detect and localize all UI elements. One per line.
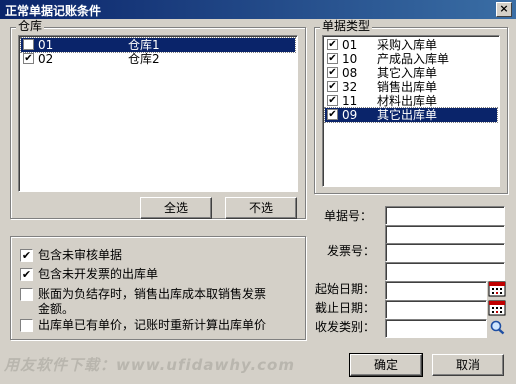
option-label: 出库单已有单价，记账时重新计算出库单价 bbox=[38, 318, 267, 332]
option-label: 包含未开发票的出库单 bbox=[38, 267, 159, 281]
list-item[interactable]: ✔ 10 产成品入库单 bbox=[325, 52, 497, 66]
item-checkbox[interactable]: ✔ bbox=[23, 53, 34, 64]
window-title: 正常单据记账条件 bbox=[5, 4, 102, 18]
list-item[interactable]: 01 仓库1 bbox=[20, 37, 296, 53]
item-name: 销售出库单 bbox=[377, 80, 438, 94]
warehouse-group-label: 仓库 bbox=[16, 19, 45, 33]
list-item[interactable]: ✔ 02 仓库2 bbox=[21, 52, 295, 66]
item-name: 仓库1 bbox=[128, 38, 160, 52]
doc-type-list[interactable]: ✔ 01 采购入库单 ✔ 10 产成品入库单 ✔ 08 其它入库单 ✔ 32 销售出库单 ✔ 11 材料出库… bbox=[322, 35, 500, 187]
checkbox-box[interactable] bbox=[20, 319, 33, 332]
item-code: 01 bbox=[38, 38, 54, 52]
option-label: 金额。 bbox=[38, 302, 75, 316]
calendar-icon[interactable] bbox=[488, 281, 506, 297]
doc-no-from-input[interactable] bbox=[385, 206, 505, 225]
item-name: 其它出库单 bbox=[377, 108, 438, 122]
item-code: 09 bbox=[342, 108, 358, 122]
invoice-no-label: 发票号： bbox=[327, 244, 376, 258]
checkbox-box[interactable]: ✔ bbox=[20, 249, 33, 262]
item-code: 01 bbox=[342, 38, 358, 52]
close-button[interactable]: × bbox=[496, 2, 512, 17]
item-code: 02 bbox=[38, 52, 54, 66]
select-none-button[interactable]: 不选 bbox=[225, 197, 297, 219]
cancel-button[interactable]: 取消 bbox=[432, 354, 504, 376]
item-name: 产成品入库单 bbox=[377, 52, 450, 66]
item-name: 其它入库单 bbox=[377, 66, 438, 80]
doc-no-to-input[interactable] bbox=[385, 225, 505, 244]
select-all-button[interactable]: 全选 bbox=[140, 197, 212, 219]
item-code: 32 bbox=[342, 80, 358, 94]
start-date-label: 起始日期： bbox=[315, 282, 376, 296]
checkbox-box[interactable]: ✔ bbox=[20, 268, 33, 281]
invoice-no-from-input[interactable] bbox=[385, 243, 505, 262]
end-date-label: 截止日期： bbox=[315, 301, 376, 315]
item-code: 08 bbox=[342, 66, 358, 80]
item-checkbox[interactable]: ✔ bbox=[327, 53, 338, 64]
list-item[interactable]: ✔ 32 销售出库单 bbox=[325, 80, 497, 94]
doc-type-group-label: 单据类型 bbox=[320, 19, 373, 33]
checkbox-box[interactable] bbox=[20, 288, 33, 301]
item-checkbox[interactable]: ✔ bbox=[327, 67, 338, 78]
item-checkbox[interactable]: ✔ bbox=[327, 39, 338, 50]
ok-button[interactable]: 确定 bbox=[349, 353, 423, 377]
item-name: 仓库2 bbox=[128, 52, 160, 66]
list-item[interactable]: ✔ 01 采购入库单 bbox=[325, 38, 497, 52]
item-checkbox[interactable]: ✔ bbox=[327, 95, 338, 106]
list-item[interactable]: ✔ 09 其它出库单 bbox=[324, 107, 498, 123]
option-label: 账面为负结存时，销售出库成本取销售发票 bbox=[38, 287, 267, 301]
item-code: 10 bbox=[342, 52, 358, 66]
start-date-input[interactable] bbox=[385, 281, 487, 300]
dispatch-type-input[interactable] bbox=[385, 319, 487, 338]
item-name: 采购入库单 bbox=[377, 38, 438, 52]
doc-no-label: 单据号： bbox=[324, 209, 373, 223]
title-bar: 正常单据记账条件 × bbox=[0, 0, 516, 19]
warehouse-list[interactable]: 01 仓库1 ✔ 02 仓库2 bbox=[18, 35, 298, 192]
item-checkbox[interactable] bbox=[23, 39, 34, 50]
invoice-no-to-input[interactable] bbox=[385, 262, 505, 281]
dispatch-type-label: 收发类别： bbox=[315, 320, 376, 334]
list-item[interactable]: ✔ 08 其它入库单 bbox=[325, 66, 497, 80]
item-name: 材料出库单 bbox=[377, 94, 438, 108]
calendar-icon[interactable] bbox=[488, 300, 506, 316]
list-item[interactable]: ✔ 11 材料出库单 bbox=[325, 94, 497, 108]
end-date-input[interactable] bbox=[385, 300, 487, 319]
item-checkbox[interactable]: ✔ bbox=[327, 109, 338, 120]
search-icon[interactable] bbox=[488, 319, 506, 335]
watermark: 用友软件下载：www.ufidawhy.com bbox=[4, 356, 295, 374]
option-label: 包含未审核单据 bbox=[38, 248, 123, 262]
item-checkbox[interactable]: ✔ bbox=[327, 81, 338, 92]
item-code: 11 bbox=[342, 94, 358, 108]
